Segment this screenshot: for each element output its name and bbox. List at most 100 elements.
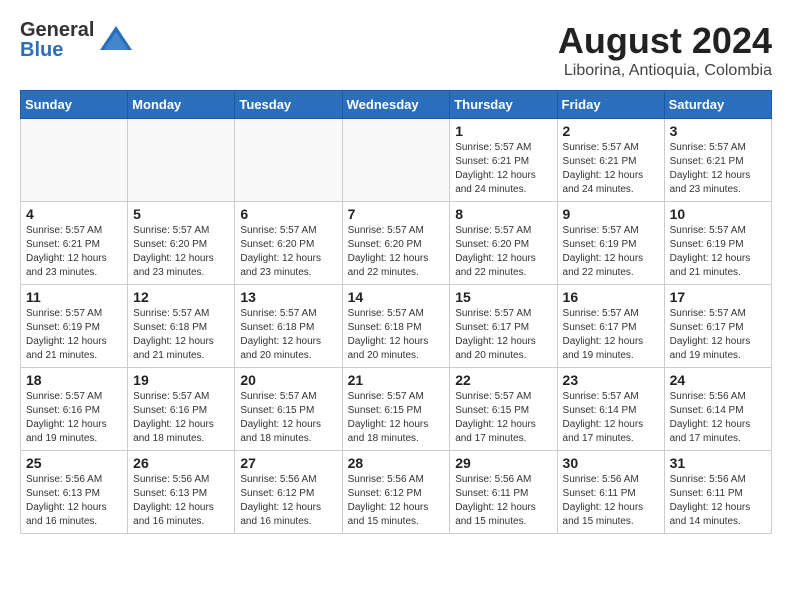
calendar-cell (235, 119, 342, 202)
day-info: Sunrise: 5:57 AM Sunset: 6:17 PM Dayligh… (455, 307, 551, 363)
calendar-week-row: 18 Sunrise: 5:57 AM Sunset: 6:16 PM Dayli… (21, 368, 772, 451)
calendar-cell: 14Sunrise: 5:57 AM Sunset: 6:18 PM Dayli… (342, 285, 450, 368)
day-info: Sunrise: 5:57 AM Sunset: 6:21 PM Dayligh… (563, 141, 659, 197)
day-number: 10 (670, 206, 766, 222)
weekday-header: Friday (557, 91, 664, 119)
day-info: Sunrise: 5:57 AM Sunset: 6:17 PM Dayligh… (670, 307, 766, 363)
day-info: Sunrise: 5:57 AM Sunset: 6:15 PM Dayligh… (348, 390, 445, 446)
calendar-cell: 24 Sunrise: 5:56 AM Sunset: 6:14 PM Dayli… (664, 368, 771, 451)
day-number: 6 (240, 206, 336, 222)
day-info: Sunrise: 5:57 AM Sunset: 6:14 PM Dayligh… (563, 390, 659, 446)
day-number: 15 (455, 289, 551, 305)
day-number: 7 (348, 206, 445, 222)
calendar-cell (342, 119, 450, 202)
calendar-cell: 5 Sunrise: 5:57 AM Sunset: 6:20 PM Daylig… (128, 202, 235, 285)
month-title: August 2024 (558, 20, 772, 62)
day-info: Sunrise: 5:57 AM Sunset: 6:20 PM Dayligh… (240, 224, 336, 280)
logo: General Blue (20, 20, 134, 60)
day-info: Sunrise: 5:57 AM Sunset: 6:20 PM Dayligh… (348, 224, 445, 280)
logo-blue: Blue (20, 40, 94, 60)
day-info: Sunrise: 5:57 AM Sunset: 6:19 PM Dayligh… (563, 224, 659, 280)
day-info: Sunrise: 5:57 AM Sunset: 6:20 PM Dayligh… (133, 224, 229, 280)
calendar-cell: 29Sunrise: 5:56 AM Sunset: 6:11 PM Dayli… (450, 451, 557, 534)
day-info: Sunrise: 5:56 AM Sunset: 6:13 PM Dayligh… (26, 473, 122, 529)
day-info: Sunrise: 5:57 AM Sunset: 6:21 PM Dayligh… (670, 141, 766, 197)
day-info: Sunrise: 5:57 AM Sunset: 6:19 PM Dayligh… (26, 307, 122, 363)
calendar-cell: 12 Sunrise: 5:57 AM Sunset: 6:18 PM Dayli… (128, 285, 235, 368)
calendar-cell: 27 Sunrise: 5:56 AM Sunset: 6:12 PM Dayli… (235, 451, 342, 534)
day-info: Sunrise: 5:56 AM Sunset: 6:11 PM Dayligh… (455, 473, 551, 529)
calendar-cell: 30 Sunrise: 5:56 AM Sunset: 6:11 PM Dayli… (557, 451, 664, 534)
day-info: Sunrise: 5:57 AM Sunset: 6:16 PM Dayligh… (26, 390, 122, 446)
day-number: 4 (26, 206, 122, 222)
calendar-cell: 31 Sunrise: 5:56 AM Sunset: 6:11 PM Dayli… (664, 451, 771, 534)
weekday-header: Thursday (450, 91, 557, 119)
calendar-cell: 10 Sunrise: 5:57 AM Sunset: 6:19 PM Dayli… (664, 202, 771, 285)
calendar-cell: 1Sunrise: 5:57 AM Sunset: 6:21 PM Daylig… (450, 119, 557, 202)
day-info: Sunrise: 5:57 AM Sunset: 6:15 PM Dayligh… (240, 390, 336, 446)
day-info: Sunrise: 5:57 AM Sunset: 6:18 PM Dayligh… (133, 307, 229, 363)
calendar-table: SundayMondayTuesdayWednesdayThursdayFrid… (20, 90, 772, 534)
day-number: 2 (563, 123, 659, 139)
day-number: 25 (26, 455, 122, 471)
day-number: 27 (240, 455, 336, 471)
calendar-cell (21, 119, 128, 202)
page-header: General Blue August 2024 Liborina, Antio… (20, 20, 772, 80)
day-number: 18 (26, 372, 122, 388)
day-info: Sunrise: 5:56 AM Sunset: 6:11 PM Dayligh… (563, 473, 659, 529)
calendar-cell: 17Sunrise: 5:57 AM Sunset: 6:17 PM Dayli… (664, 285, 771, 368)
calendar-cell: 2 Sunrise: 5:57 AM Sunset: 6:21 PM Daylig… (557, 119, 664, 202)
calendar-header-row: SundayMondayTuesdayWednesdayThursdayFrid… (21, 91, 772, 119)
calendar-cell: 9 Sunrise: 5:57 AM Sunset: 6:19 PM Daylig… (557, 202, 664, 285)
calendar-week-row: 11 Sunrise: 5:57 AM Sunset: 6:19 PM Dayli… (21, 285, 772, 368)
day-number: 21 (348, 372, 445, 388)
day-info: Sunrise: 5:56 AM Sunset: 6:12 PM Dayligh… (240, 473, 336, 529)
logo-icon (98, 22, 134, 58)
calendar-cell (128, 119, 235, 202)
day-info: Sunrise: 5:56 AM Sunset: 6:11 PM Dayligh… (670, 473, 766, 529)
calendar-cell: 6 Sunrise: 5:57 AM Sunset: 6:20 PM Daylig… (235, 202, 342, 285)
weekday-header: Monday (128, 91, 235, 119)
day-number: 8 (455, 206, 551, 222)
calendar-week-row: 4Sunrise: 5:57 AM Sunset: 6:21 PM Daylig… (21, 202, 772, 285)
calendar-cell: 8Sunrise: 5:57 AM Sunset: 6:20 PM Daylig… (450, 202, 557, 285)
day-info: Sunrise: 5:57 AM Sunset: 6:16 PM Dayligh… (133, 390, 229, 446)
weekday-header: Saturday (664, 91, 771, 119)
calendar-cell: 21 Sunrise: 5:57 AM Sunset: 6:15 PM Dayli… (342, 368, 450, 451)
title-block: August 2024 Liborina, Antioquia, Colombi… (558, 20, 772, 80)
calendar-cell: 25 Sunrise: 5:56 AM Sunset: 6:13 PM Dayli… (21, 451, 128, 534)
day-info: Sunrise: 5:57 AM Sunset: 6:19 PM Dayligh… (670, 224, 766, 280)
calendar-cell: 11 Sunrise: 5:57 AM Sunset: 6:19 PM Dayli… (21, 285, 128, 368)
location-title: Liborina, Antioquia, Colombia (558, 62, 772, 80)
day-number: 1 (455, 123, 551, 139)
day-number: 20 (240, 372, 336, 388)
calendar-cell: 23Sunrise: 5:57 AM Sunset: 6:14 PM Dayli… (557, 368, 664, 451)
day-number: 3 (670, 123, 766, 139)
day-number: 13 (240, 289, 336, 305)
day-number: 11 (26, 289, 122, 305)
day-info: Sunrise: 5:57 AM Sunset: 6:17 PM Dayligh… (563, 307, 659, 363)
day-info: Sunrise: 5:56 AM Sunset: 6:13 PM Dayligh… (133, 473, 229, 529)
calendar-cell: 3 Sunrise: 5:57 AM Sunset: 6:21 PM Daylig… (664, 119, 771, 202)
calendar-cell: 26Sunrise: 5:56 AM Sunset: 6:13 PM Dayli… (128, 451, 235, 534)
day-info: Sunrise: 5:57 AM Sunset: 6:18 PM Dayligh… (240, 307, 336, 363)
day-number: 19 (133, 372, 229, 388)
calendar-cell: 13 Sunrise: 5:57 AM Sunset: 6:18 PM Dayli… (235, 285, 342, 368)
calendar-cell: 28Sunrise: 5:56 AM Sunset: 6:12 PM Dayli… (342, 451, 450, 534)
day-number: 24 (670, 372, 766, 388)
day-info: Sunrise: 5:57 AM Sunset: 6:18 PM Dayligh… (348, 307, 445, 363)
day-number: 12 (133, 289, 229, 305)
day-number: 31 (670, 455, 766, 471)
calendar-cell: 22Sunrise: 5:57 AM Sunset: 6:15 PM Dayli… (450, 368, 557, 451)
calendar-cell: 20 Sunrise: 5:57 AM Sunset: 6:15 PM Dayli… (235, 368, 342, 451)
calendar-week-row: 1 Sunrise: 5:57 AM Sunset: 6:21 PM Daylig… (21, 119, 772, 202)
calendar-week-row: 25 Sunrise: 5:56 AM Sunset: 6:13 PM Dayli… (21, 451, 772, 534)
day-number: 22 (455, 372, 551, 388)
calendar-cell: 18 Sunrise: 5:57 AM Sunset: 6:16 PM Dayli… (21, 368, 128, 451)
day-number: 30 (563, 455, 659, 471)
calendar-cell: 19 Sunrise: 5:57 AM Sunset: 6:16 PM Dayli… (128, 368, 235, 451)
day-info: Sunrise: 5:56 AM Sunset: 6:14 PM Dayligh… (670, 390, 766, 446)
day-info: Sunrise: 5:56 AM Sunset: 6:12 PM Dayligh… (348, 473, 445, 529)
day-number: 9 (563, 206, 659, 222)
day-number: 5 (133, 206, 229, 222)
